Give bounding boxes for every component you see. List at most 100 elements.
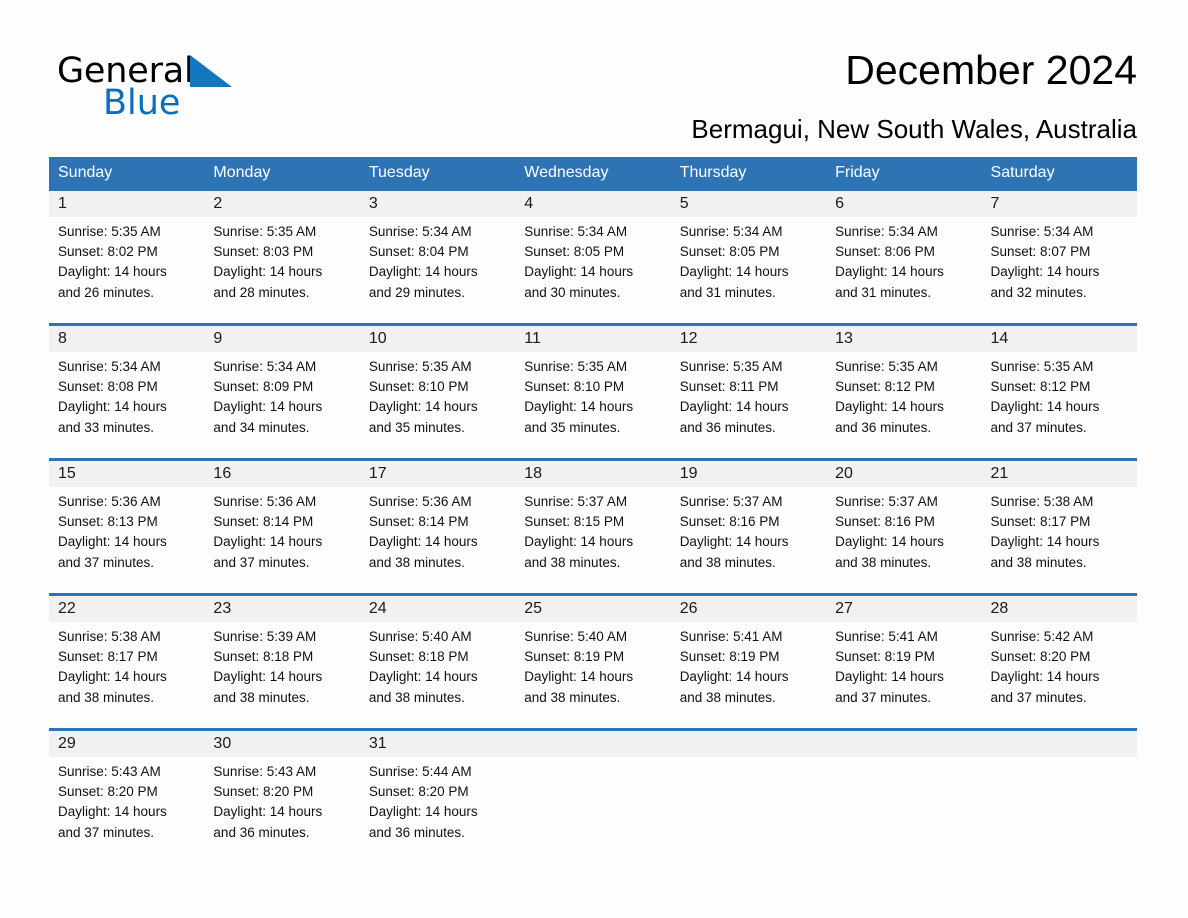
calendar-day-cell[interactable]: 8 Sunrise: 5:34 AM Sunset: 8:08 PM Daylight… <box>49 326 205 458</box>
daylight-text-line1: Daylight: 14 hours <box>990 264 1100 280</box>
calendar-day-cell[interactable]: 27 Sunrise: 5:41 AM Sunset: 8:19 PM Dayligh… <box>826 596 982 728</box>
logo-blue-text: Blue <box>103 83 181 123</box>
sunset-text: Sunset: 8:10 PM <box>524 379 625 395</box>
sunset-text: Sunset: 8:17 PM <box>58 649 158 665</box>
day-sun-info: Sunrise: 5:34 AM Sunset: 8:07 PM Daylight:… <box>982 217 1137 303</box>
sunset-text: Sunset: 8:05 PM <box>524 244 625 260</box>
sunrise-text: Sunrise: 5:35 AM <box>213 224 317 239</box>
sunrise-text: Sunrise: 5:36 AM <box>58 494 161 509</box>
sunset-text: Sunset: 8:07 PM <box>990 244 1091 260</box>
calendar-day-cell[interactable]: 14 Sunrise: 5:35 AM Sunset: 8:12 PM Dayligh… <box>981 326 1137 458</box>
calendar-day-cell[interactable]: 1 Sunrise: 5:35 AM Sunset: 8:02 PM Daylight… <box>49 191 205 323</box>
calendar-day-cell[interactable]: 16 Sunrise: 5:36 AM Sunset: 8:14 PM Dayligh… <box>204 461 360 593</box>
daylight-text-line1: Daylight: 14 hours <box>835 534 944 550</box>
daylight-text-line1: Daylight: 14 hours <box>524 264 634 280</box>
calendar-day-cell[interactable]: 23 Sunrise: 5:39 AM Sunset: 8:18 PM Dayligh… <box>204 596 360 728</box>
day-sun-info: Sunrise: 5:44 AM Sunset: 8:20 PM Daylight:… <box>360 757 515 843</box>
daylight-text-line2: and 37 minutes. <box>990 419 1087 435</box>
day-sun-info: Sunrise: 5:43 AM Sunset: 8:20 PM Daylight:… <box>204 757 359 843</box>
day-number: 5 <box>670 191 827 217</box>
sunrise-text: Sunrise: 5:36 AM <box>213 494 317 509</box>
calendar-day-cell[interactable]: 7 Sunrise: 5:34 AM Sunset: 8:07 PM Daylight… <box>981 191 1137 323</box>
daylight-text-line2: and 31 minutes. <box>679 284 776 300</box>
daylight-text-line2: and 37 minutes. <box>835 689 932 705</box>
sunset-text: Sunset: 8:19 PM <box>524 649 625 665</box>
page-subtitle: Bermagui, New South Wales, Australia <box>691 114 1137 144</box>
calendar-day-cell-empty <box>981 731 1137 863</box>
calendar-day-cell[interactable]: 28 Sunrise: 5:42 AM Sunset: 8:20 PM Dayligh… <box>981 596 1137 728</box>
daylight-text-line1: Daylight: 14 hours <box>58 264 167 280</box>
sunrise-text: Sunrise: 5:34 AM <box>679 224 783 239</box>
day-number: 3 <box>359 191 516 217</box>
logo-triangle-icon <box>189 55 232 87</box>
calendar-day-cell[interactable]: 10 Sunrise: 5:35 AM Sunset: 8:10 PM Dayligh… <box>359 326 516 458</box>
daylight-text-line1: Daylight: 14 hours <box>213 264 323 280</box>
calendar-day-cell[interactable]: 4 Sunrise: 5:34 AM Sunset: 8:05 PM Daylight… <box>515 191 671 323</box>
daylight-text-line2: and 36 minutes. <box>368 824 465 840</box>
calendar-day-cell[interactable]: 26 Sunrise: 5:41 AM Sunset: 8:19 PM Dayligh… <box>670 596 827 728</box>
daylight-text-line2: and 29 minutes. <box>368 284 465 300</box>
day-sun-info: Sunrise: 5:42 AM Sunset: 8:20 PM Daylight:… <box>982 622 1137 708</box>
daylight-text-line2: and 38 minutes. <box>524 689 621 705</box>
daylight-text-line2: and 37 minutes. <box>58 824 155 840</box>
daylight-text-line1: Daylight: 14 hours <box>679 534 789 550</box>
day-number: 27 <box>826 596 982 622</box>
calendar-day-cell[interactable]: 13 Sunrise: 5:35 AM Sunset: 8:12 PM Dayligh… <box>826 326 982 458</box>
calendar-day-cell[interactable]: 24 Sunrise: 5:40 AM Sunset: 8:18 PM Dayligh… <box>359 596 516 728</box>
day-number: 28 <box>981 596 1137 622</box>
day-number: 25 <box>515 596 671 622</box>
calendar-day-cell[interactable]: 18 Sunrise: 5:37 AM Sunset: 8:15 PM Dayligh… <box>515 461 671 593</box>
daylight-text-line1: Daylight: 14 hours <box>524 399 634 415</box>
dow-monday: Monday <box>213 164 271 181</box>
sunrise-text: Sunrise: 5:42 AM <box>990 629 1094 644</box>
daylight-text-line2: and 36 minutes. <box>835 419 932 435</box>
general-blue-logo[interactable]: General Blue <box>57 52 317 124</box>
calendar-day-cell[interactable]: 6 Sunrise: 5:34 AM Sunset: 8:06 PM Daylight… <box>826 191 982 323</box>
daylight-text-line2: and 37 minutes. <box>990 689 1087 705</box>
sunrise-text: Sunrise: 5:37 AM <box>835 494 938 509</box>
day-number: 17 <box>359 461 516 487</box>
day-number: 31 <box>359 731 516 757</box>
sunset-text: Sunset: 8:04 PM <box>368 244 469 260</box>
sunset-text: Sunset: 8:10 PM <box>368 379 469 395</box>
calendar-day-cell[interactable]: 17 Sunrise: 5:36 AM Sunset: 8:14 PM Dayligh… <box>359 461 516 593</box>
sunset-text: Sunset: 8:12 PM <box>835 379 935 395</box>
calendar-day-cell[interactable]: 20 Sunrise: 5:37 AM Sunset: 8:16 PM Dayligh… <box>826 461 982 593</box>
calendar-day-cell[interactable]: 19 Sunrise: 5:37 AM Sunset: 8:16 PM Dayligh… <box>670 461 827 593</box>
sunset-text: Sunset: 8:15 PM <box>524 514 625 530</box>
daylight-text-line2: and 35 minutes. <box>368 419 465 435</box>
calendar-day-cell[interactable]: 5 Sunrise: 5:34 AM Sunset: 8:05 PM Daylight… <box>670 191 827 323</box>
calendar-day-cell[interactable]: 30 Sunrise: 5:43 AM Sunset: 8:20 PM Dayligh… <box>204 731 360 863</box>
calendar-day-cell[interactable]: 3 Sunrise: 5:34 AM Sunset: 8:04 PM Daylight… <box>359 191 516 323</box>
dow-wednesday: Wednesday <box>524 164 609 181</box>
day-number: 24 <box>359 596 516 622</box>
daylight-text-line1: Daylight: 14 hours <box>368 804 478 820</box>
daylight-text-line2: and 35 minutes. <box>524 419 621 435</box>
day-sun-info: Sunrise: 5:35 AM Sunset: 8:10 PM Daylight:… <box>360 352 515 438</box>
sunrise-text: Sunrise: 5:38 AM <box>58 629 161 644</box>
day-sun-info: Sunrise: 5:35 AM Sunset: 8:12 PM Daylight:… <box>982 352 1137 438</box>
calendar-page: General Blue December 2024 Bermagui, New… <box>0 0 1188 918</box>
calendar-day-cell[interactable]: 12 Sunrise: 5:35 AM Sunset: 8:11 PM Dayligh… <box>670 326 827 458</box>
daylight-text-line2: and 38 minutes. <box>990 554 1087 570</box>
calendar-day-cell[interactable]: 15 Sunrise: 5:36 AM Sunset: 8:13 PM Dayligh… <box>49 461 205 593</box>
day-number: 18 <box>515 461 671 487</box>
sunset-text: Sunset: 8:20 PM <box>368 784 469 800</box>
day-sun-info: Sunrise: 5:41 AM Sunset: 8:19 PM Daylight:… <box>671 622 826 708</box>
daylight-text-line1: Daylight: 14 hours <box>990 669 1100 685</box>
daylight-text-line2: and 38 minutes. <box>368 554 465 570</box>
sunrise-text: Sunrise: 5:41 AM <box>679 629 783 644</box>
day-number: 2 <box>204 191 360 217</box>
calendar-day-cell[interactable]: 11 Sunrise: 5:35 AM Sunset: 8:10 PM Dayligh… <box>515 326 671 458</box>
daylight-text-line2: and 30 minutes. <box>524 284 621 300</box>
calendar-day-cell[interactable]: 2 Sunrise: 5:35 AM Sunset: 8:03 PM Daylight… <box>204 191 360 323</box>
calendar-day-cell[interactable]: 29 Sunrise: 5:43 AM Sunset: 8:20 PM Dayligh… <box>49 731 205 863</box>
day-number: 16 <box>204 461 360 487</box>
calendar-day-cell[interactable]: 22 Sunrise: 5:38 AM Sunset: 8:17 PM Dayligh… <box>49 596 205 728</box>
calendar-day-cell[interactable]: 9 Sunrise: 5:34 AM Sunset: 8:09 PM Daylight… <box>204 326 360 458</box>
calendar-day-cell[interactable]: 31 Sunrise: 5:44 AM Sunset: 8:20 PM Dayligh… <box>359 731 516 863</box>
daylight-text-line2: and 28 minutes. <box>213 284 310 300</box>
calendar-day-cell[interactable]: 21 Sunrise: 5:38 AM Sunset: 8:17 PM Dayligh… <box>981 461 1137 593</box>
daylight-text-line1: Daylight: 14 hours <box>524 669 634 685</box>
calendar-day-cell[interactable]: 25 Sunrise: 5:40 AM Sunset: 8:19 PM Dayligh… <box>515 596 671 728</box>
